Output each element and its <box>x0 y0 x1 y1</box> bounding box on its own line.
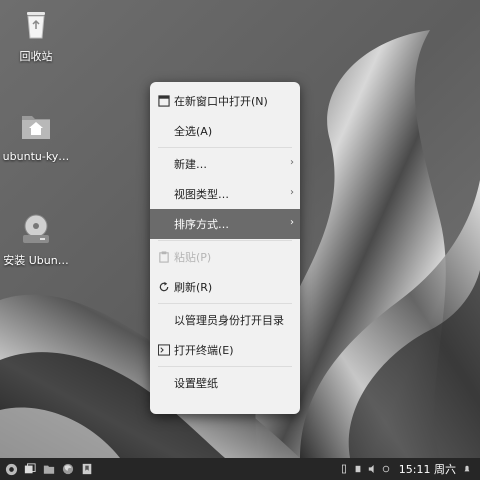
menu-item-open-terminal[interactable]: 打开终端(E) <box>150 335 300 365</box>
menu-item-label: 排序方式… <box>174 218 229 231</box>
start-menu-icon[interactable] <box>4 462 18 476</box>
menu-item-label: 设置壁纸 <box>174 377 218 390</box>
terminal-icon <box>157 343 170 356</box>
menu-item-new[interactable]: 新建… › <box>150 149 300 179</box>
menu-item-label: 打开终端(E) <box>174 344 234 357</box>
clipboard-icon <box>157 250 170 263</box>
system-tray: 15:11 周六 <box>339 458 476 480</box>
menu-item-label: 新建… <box>174 158 207 171</box>
desktop-icon-installer[interactable]: 安装 Ubun… <box>0 210 72 268</box>
new-window-icon <box>157 94 170 107</box>
taskbar: 15:11 周六 <box>0 458 480 480</box>
menu-item-open-new-window[interactable]: 在新窗口中打开(N) <box>150 86 300 116</box>
menu-item-select-all[interactable]: 全选(A) <box>150 116 300 146</box>
trash-icon <box>18 6 54 42</box>
volume-icon[interactable] <box>367 462 377 476</box>
submenu-arrow-icon: › <box>290 157 294 168</box>
refresh-icon <box>157 280 170 293</box>
firefox-icon[interactable] <box>61 462 75 476</box>
network-icon[interactable] <box>339 462 349 476</box>
menu-item-paste[interactable]: 粘贴(P) <box>150 242 300 272</box>
menu-separator <box>158 303 292 304</box>
submenu-arrow-icon: › <box>290 217 294 228</box>
desktop-icon-label: 回收站 <box>19 50 53 63</box>
menu-item-label: 全选(A) <box>174 125 213 138</box>
usb-icon[interactable] <box>353 462 363 476</box>
menu-item-label: 在新窗口中打开(N) <box>174 95 268 108</box>
notification-icon[interactable] <box>381 462 391 476</box>
window-switch-icon[interactable] <box>23 462 37 476</box>
desktop-icon-label: 安装 Ubun… <box>3 254 69 267</box>
menu-item-refresh[interactable]: 刷新(R) <box>150 272 300 302</box>
home-folder-icon <box>18 108 54 144</box>
bookmark-icon[interactable] <box>80 462 94 476</box>
notification-center-icon[interactable] <box>462 462 472 476</box>
installer-disk-icon <box>18 210 54 246</box>
file-manager-icon[interactable] <box>42 462 56 476</box>
menu-item-label: 粘贴(P) <box>174 251 212 264</box>
desktop-context-menu: 在新窗口中打开(N) 全选(A) 新建… › 视图类型… › 排序方式… › 粘… <box>150 82 300 414</box>
menu-item-view-type[interactable]: 视图类型… › <box>150 179 300 209</box>
menu-item-label: 视图类型… <box>174 188 229 201</box>
menu-item-set-wallpaper[interactable]: 设置壁纸 <box>150 368 300 398</box>
desktop-icon-label: ubuntu-ky… <box>2 150 70 163</box>
menu-separator <box>158 366 292 367</box>
taskbar-clock[interactable]: 15:11 周六 <box>399 461 456 477</box>
menu-item-label: 以管理员身份打开目录 <box>174 314 284 327</box>
menu-item-open-as-admin[interactable]: 以管理员身份打开目录 <box>150 305 300 335</box>
menu-item-sort-by[interactable]: 排序方式… › <box>150 209 300 239</box>
menu-separator <box>158 240 292 241</box>
desktop-icon-home-folder[interactable]: ubuntu-ky… <box>0 108 72 163</box>
submenu-arrow-icon: › <box>290 187 294 198</box>
menu-item-label: 刷新(R) <box>174 281 213 294</box>
menu-separator <box>158 147 292 148</box>
desktop-icon-trash[interactable]: 回收站 <box>0 6 72 64</box>
